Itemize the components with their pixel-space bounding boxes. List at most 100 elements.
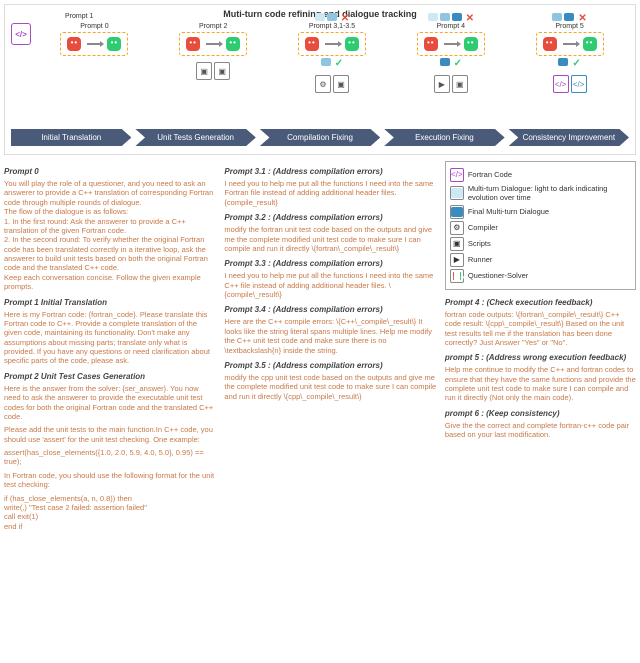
p33-body: I need you to help me put all the functi… <box>224 271 436 299</box>
fortran-code-icon: </> <box>553 75 569 93</box>
questioner-icon <box>541 35 559 53</box>
solver-icon <box>105 35 123 53</box>
legend-text: Compiler <box>468 223 498 232</box>
p2-code1: assert(has_close_elements({1.0, 2.0, 5.9… <box>4 448 216 467</box>
p6-body: Give the the correct and complete fortra… <box>445 421 636 440</box>
stage-unit-tests: Prompt 2 ▣ ▣ <box>154 23 273 80</box>
legend-item: </> Fortran Code <box>450 168 631 182</box>
col-right: </> Fortran Code Multi-turn Dialogue: li… <box>445 161 636 535</box>
col-left: Prompt 0 You will play the role of a que… <box>4 161 216 535</box>
scripts-icon: ▣ <box>450 237 464 251</box>
p33-title: Prompt 3.3 : (Address compilation errors… <box>224 259 436 269</box>
fail-icon: ✕ <box>341 13 349 24</box>
dialogue-icon <box>450 186 464 200</box>
final-dialogue-icon <box>450 205 464 219</box>
stage-compile-fix: ✕ Prompt 3,1-3.5 ✓ ⚙ ▣ <box>273 23 392 93</box>
qs-pair-5 <box>536 32 604 56</box>
fail-icon: ✕ <box>466 13 474 24</box>
p2-title: Prompt 2 Unit Test Cases Generation <box>4 372 216 382</box>
solver-icon <box>224 35 242 53</box>
p5-body: Help me continue to modify the C++ and f… <box>445 365 636 403</box>
p32-body: modify the fortran unit test code based … <box>224 225 436 253</box>
questioner-icon <box>184 35 202 53</box>
p34-body: Here are the C++ compile errors: \{C++\_… <box>224 317 436 355</box>
p34-title: Prompt 3.4 : (Address compilation errors… <box>224 305 436 315</box>
stage-label: Compilation Fixing <box>260 129 380 146</box>
runner-icon: ▶ <box>434 75 450 93</box>
stage-consistency: ✕ Prompt 5 ✓ </> </> <box>510 23 629 93</box>
dialogue-icon <box>452 13 462 21</box>
scripts-icon: ▣ <box>333 75 349 93</box>
prompt1-label: Prompt 1 <box>65 13 93 20</box>
solver-icon <box>462 35 480 53</box>
stage-label-row: Initial Translation Unit Tests Generatio… <box>11 129 629 146</box>
questioner-solver-icon <box>450 269 464 283</box>
flow-diagram: </> Prompt 0 Prompt 1 Prompt 2 <box>11 23 629 127</box>
p32-title: Prompt 3.2 : (Address compilation errors… <box>224 213 436 223</box>
scripts-icon: ▣ <box>214 62 230 80</box>
p2-body3: In Fortran code, you should use the foll… <box>4 471 216 490</box>
legend-text: Final Multi-turn Dialogue <box>468 207 549 216</box>
col-mid: Prompt 3.1 : (Address compilation errors… <box>224 161 436 535</box>
legend-item: Multi-turn Dialogue: light to dark indic… <box>450 184 631 203</box>
dialogue-icon <box>564 13 574 21</box>
prompt2-label: Prompt 2 <box>199 23 227 30</box>
legend-text: Multi-turn Dialogue: light to dark indic… <box>468 184 631 203</box>
scripts-icon: ▣ <box>196 62 212 80</box>
arrow-icon <box>206 43 220 45</box>
questioner-icon <box>65 35 83 53</box>
p2-code2: if (has_close_elements(a, n, 0.8)) then … <box>4 494 216 532</box>
compiler-icon: ⚙ <box>315 75 331 93</box>
legend-box: </> Fortran Code Multi-turn Dialogue: li… <box>445 161 636 290</box>
p1-title: Prompt 1 Initial Translation <box>4 298 216 308</box>
stage-label: Execution Fixing <box>384 129 504 146</box>
dialogue-icon <box>440 58 450 66</box>
legend-text: Scripts <box>468 239 491 248</box>
p35-body: modify the cpp unit test code based on t… <box>224 373 436 401</box>
p2-body2: Please add the unit tests to the main fu… <box>4 425 216 444</box>
legend-item: ▣ Scripts <box>450 237 631 251</box>
qs-pair-3 <box>298 32 366 56</box>
dialogue-icon <box>440 13 450 21</box>
fail-icon: ✕ <box>578 13 586 24</box>
success-icon: ✓ <box>572 58 580 69</box>
arrow-icon <box>563 43 577 45</box>
legend-text: Questioner-Solver <box>468 271 528 280</box>
arrow-icon <box>444 43 458 45</box>
questioner-icon <box>422 35 440 53</box>
dialogue-icon <box>428 13 438 21</box>
arrow-icon <box>325 43 339 45</box>
prompt3-label: Prompt 3,1-3.5 <box>309 23 355 30</box>
p35-title: Prompt 3.5 : (Address compilation errors… <box>224 361 436 371</box>
cpp-code-icon: </> <box>571 75 587 93</box>
legend-item: Final Multi-turn Dialogue <box>450 205 631 219</box>
dialogue-icon <box>315 13 325 21</box>
prompt5-label: Prompt 5 <box>555 23 583 30</box>
compiler-icon: ⚙ <box>450 221 464 235</box>
solver-icon <box>581 35 599 53</box>
stage-label: Unit Tests Generation <box>135 129 255 146</box>
p4-body: fortran code outputs: \{fortran\_compile… <box>445 310 636 348</box>
p6-title: prompt 6 : (Keep consistency) <box>445 409 636 419</box>
p31-body: I need you to help me put all the functi… <box>224 179 436 207</box>
fortran-code-icon: </> <box>450 168 464 182</box>
dialogue-icon <box>327 13 337 21</box>
questioner-icon <box>303 35 321 53</box>
p2-body1: Here is the answer from the solver: {ser… <box>4 384 216 422</box>
p5-title: prompt 5 : (Address wrong execution feed… <box>445 353 636 363</box>
stage-label: Initial Translation <box>11 129 131 146</box>
dialogue-icon <box>321 58 331 66</box>
prompt4-label: Prompt 4 <box>437 23 465 30</box>
final-dialogue-icon <box>558 58 568 66</box>
fortran-code-icon: </> <box>11 23 31 45</box>
success-icon: ✓ <box>454 58 462 69</box>
runner-icon: ▶ <box>450 253 464 267</box>
dialogue-icon <box>552 13 562 21</box>
qs-pair-1: Prompt 1 <box>60 32 128 56</box>
scripts-icon: ▣ <box>452 75 468 93</box>
p0-body: You will play the role of a questioner, … <box>4 179 216 292</box>
p4-title: Prompt 4 : (Check execution feedback) <box>445 298 636 308</box>
stage-initial: Prompt 0 Prompt 1 <box>35 23 154 56</box>
arrow-icon <box>87 43 101 45</box>
legend-text: Fortran Code <box>468 170 512 179</box>
